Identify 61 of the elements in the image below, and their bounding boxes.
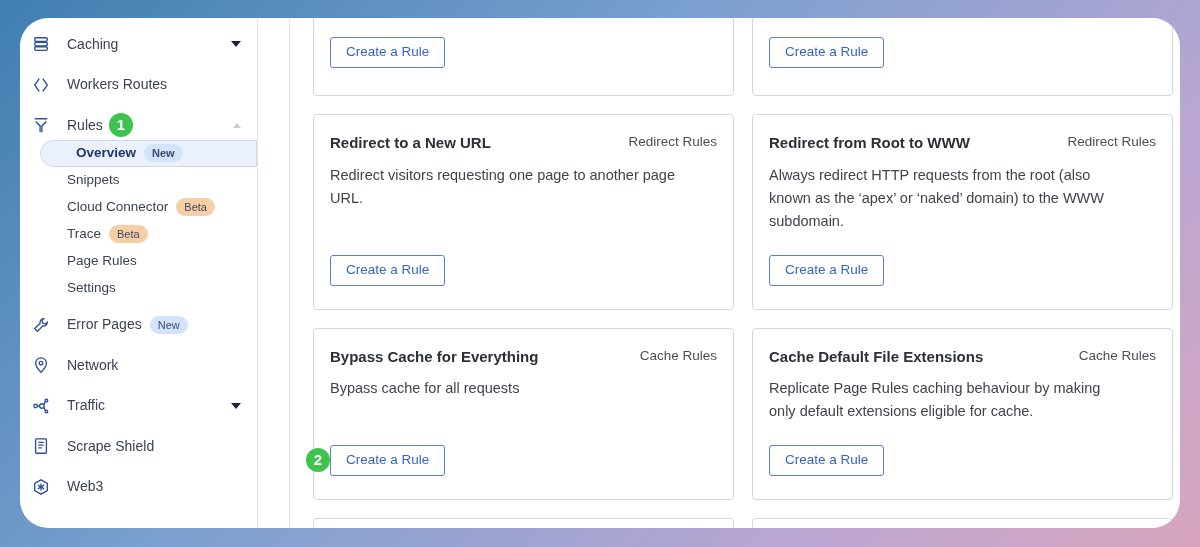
rule-category: Redirect Rules [628,133,717,151]
rule-category: Cache Rules [639,346,717,365]
item-label: Overview [76,143,137,162]
caret-icon[interactable] [231,41,241,48]
item-label: Error Pages [67,315,142,335]
sidebar-item[interactable]: Caching [32,24,257,65]
funnel-icon [32,116,50,135]
card-description: Always redirect HTTP requests from the root (also known as the ‘apex’ or ‘naked’ domain) to the WWW subdomain. [769,165,1105,231]
sidebar-item[interactable]: Network [32,345,257,386]
card-title: Bypass Cache for Everything [330,346,539,367]
stack-icon [32,35,50,54]
status-badge: Beta [109,224,148,244]
card-description: Redirect visitors requesting one page to another page URL. [330,165,676,208]
sidebar-item[interactable]: Web3 [32,466,257,507]
item-label: Page Rules [67,251,137,270]
item-label: Snippets [67,170,120,189]
code-brackets-icon [32,75,50,94]
caret-icon[interactable] [231,402,241,409]
submenu-item[interactable]: Snippets [32,166,257,194]
submenu-item[interactable]: Cloud Connector Beta [32,193,257,221]
sidebar-item[interactable]: Error Pages New [32,304,257,345]
item-label: Traffic [67,396,106,416]
create-rule-button[interactable]: Create a Rule [330,445,446,476]
submenu-item[interactable]: Trace Beta [32,220,257,248]
item-label: Scrape Shield [67,436,155,456]
step-marker: 1 [108,113,133,138]
sidebar-item[interactable]: Scrape Shield [32,426,257,467]
location-pin-icon [32,356,50,375]
item-label: Network [67,355,119,375]
create-rule-button[interactable]: Create a Rule [330,37,446,68]
sidebar-item[interactable]: Workers Routes [32,64,257,105]
sidebar-item[interactable]: Traffic [32,385,257,426]
rule-category: Cache Rules [1078,346,1156,365]
item-label: Workers Routes [67,75,168,95]
create-rule-button[interactable]: Create a Rule [769,254,885,286]
create-rule-button[interactable]: Create a Rule [330,254,446,286]
card-description: Bypass cache for all requests [330,379,521,398]
network-nodes-icon [32,396,50,415]
item-label: Trace [67,224,101,243]
status-badge: New [144,143,183,163]
step-marker: 2 [306,448,330,472]
item-label: Caching [67,34,119,54]
create-rule-button[interactable]: Create a Rule [769,445,885,476]
item-label: Settings [67,278,116,297]
card-title: Redirect to a New URL [330,133,491,153]
item-label: Cloud Connector [67,197,169,216]
submenu-item[interactable]: Page Rules [32,247,257,275]
create-rule-button[interactable]: Create a Rule [769,37,885,68]
rule-category: Redirect Rules [1067,133,1156,151]
item-label: Rules [67,115,103,135]
submenu-item[interactable]: Settings [32,274,257,302]
status-badge: New [149,315,188,334]
hexagon-asterisk-icon [32,477,50,496]
wrench-icon [32,315,50,334]
card-description: Replicate Page Rules caching behaviour by making only default extensions eligible for cache. [769,379,1102,421]
status-badge: Beta [176,197,215,217]
card-title: Redirect from Root to WWW [769,133,970,153]
submenu-item[interactable]: Overview New [40,139,257,167]
document-icon [32,437,50,456]
card-title: Cache Default File Extensions [769,346,984,367]
item-label: Web3 [67,477,104,497]
